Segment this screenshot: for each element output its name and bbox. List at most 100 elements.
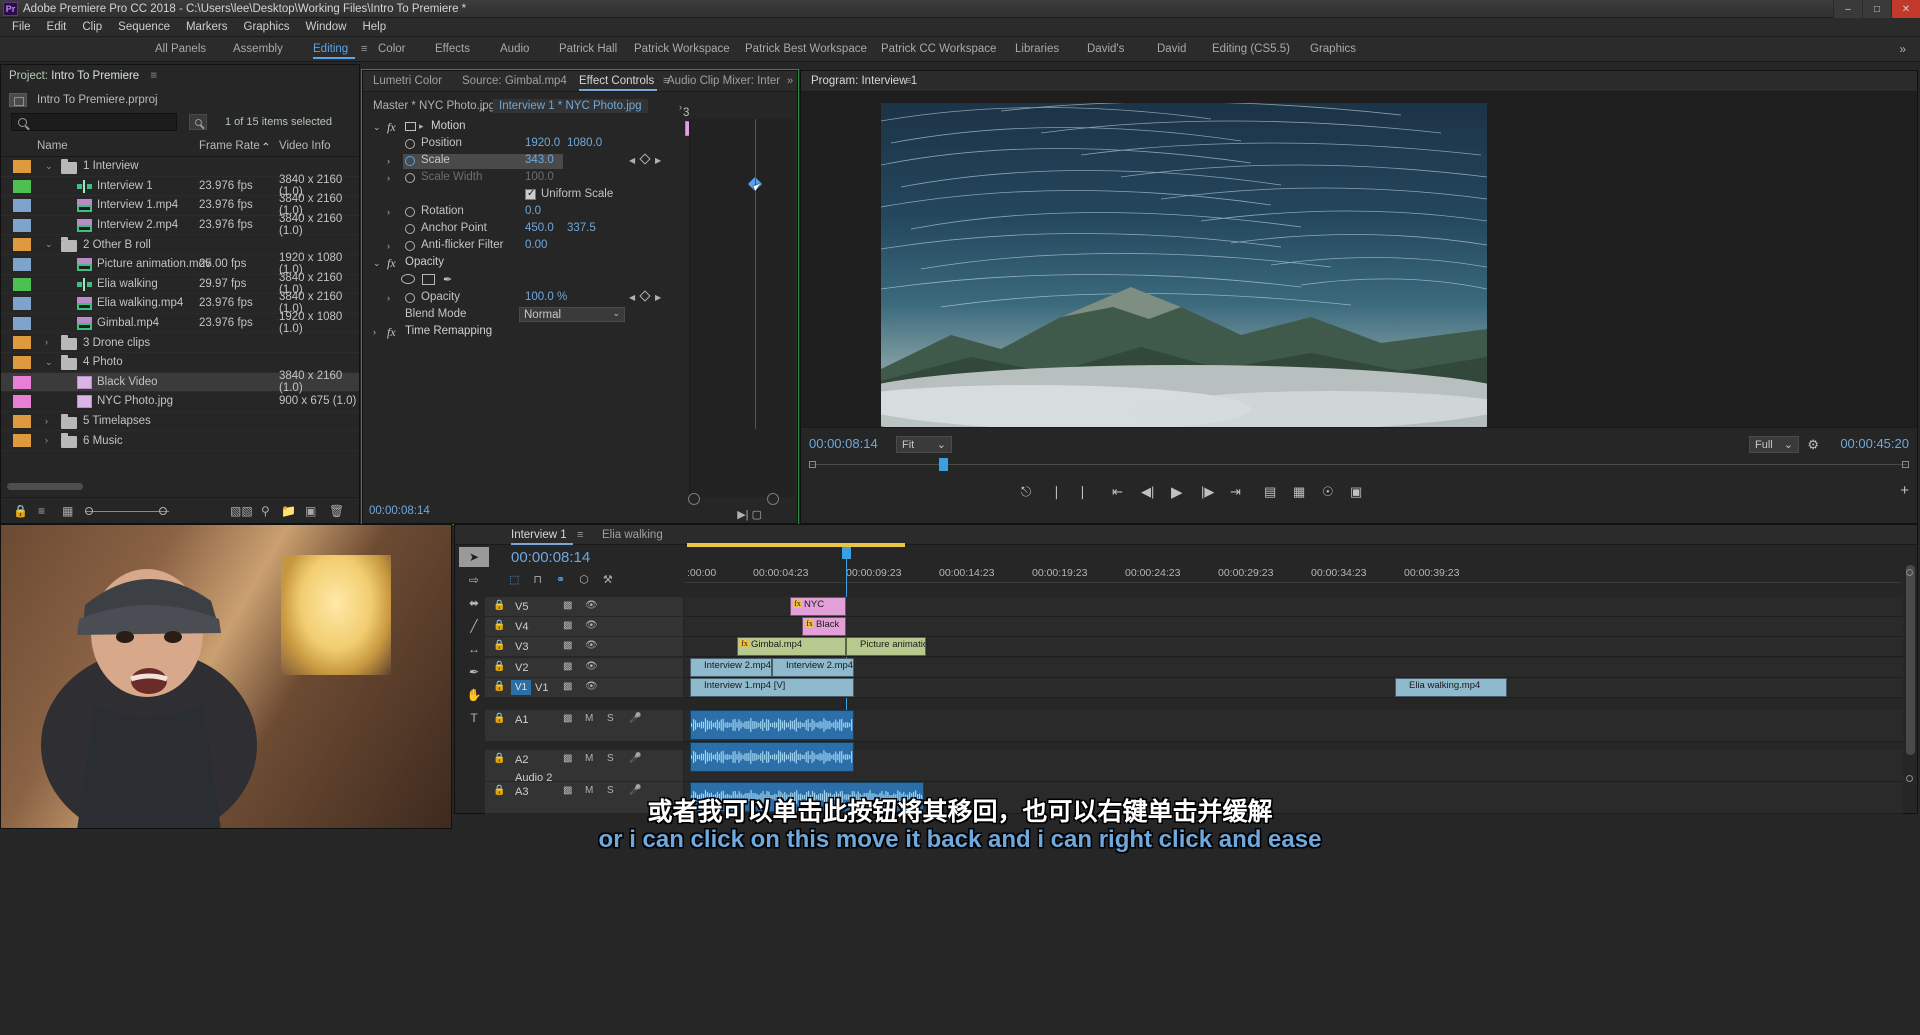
voice-record-icon[interactable]: 🎤 (629, 713, 641, 724)
sync-lock-icon[interactable]: ▩ (563, 661, 572, 672)
menu-item-markers[interactable]: Markers (178, 19, 236, 35)
icon-view-icon[interactable]: ▦ (62, 504, 73, 518)
mark-out-handle[interactable] (1902, 461, 1909, 468)
timeline-clip[interactable]: Picture animation.mov (846, 637, 926, 656)
workspace-graphics[interactable]: Graphics (1310, 43, 1356, 55)
project-horizontal-scrollbar[interactable] (7, 483, 83, 490)
solo-track-button[interactable]: S (607, 713, 614, 724)
project-item-list[interactable]: ⌄ 1 Interview Interview 1 23.976 fps 3840 x … (1, 157, 359, 527)
disclosure-triangle[interactable]: › (45, 337, 48, 347)
fx-footer-icons[interactable]: ▶| ▢ (737, 508, 762, 521)
close-button[interactable]: ✕ (1891, 0, 1920, 18)
stopwatch-icon[interactable] (405, 207, 415, 217)
rectangle-mask-icon[interactable] (422, 274, 435, 285)
track-lane-v4[interactable] (685, 617, 1903, 637)
fx-property-value[interactable]: 0.0 (525, 205, 541, 217)
timeline-tab-elia-walking[interactable]: Elia walking (602, 529, 663, 541)
track-header-v1[interactable]: 🔒 V1 V1 ▩ 👁 (485, 678, 683, 698)
sync-lock-icon[interactable]: ▩ (563, 713, 572, 724)
goto-in-icon[interactable]: ⇤ (1112, 484, 1123, 500)
track-lane-v2[interactable] (685, 658, 1903, 678)
next-keyframe-icon[interactable]: ▶ (655, 293, 661, 302)
menu-item-help[interactable]: Help (354, 19, 394, 35)
add-marker-icon[interactable]: ⬡ (579, 573, 589, 586)
stopwatch-icon[interactable] (405, 156, 415, 166)
menu-item-window[interactable]: Window (298, 19, 355, 35)
chevron-down-icon[interactable]: ⌄ (479, 102, 487, 113)
mark-in-icon[interactable]: ❘ (1051, 484, 1062, 500)
disclosure-triangle[interactable]: › (373, 327, 376, 337)
track-header-v4[interactable]: 🔒 V4 ▩ 👁 (485, 617, 683, 637)
project-panel-menu-icon[interactable]: ≡ (150, 70, 157, 82)
workspace-assembly[interactable]: Assembly (233, 43, 283, 55)
disclosure-triangle[interactable]: › (387, 173, 390, 183)
program-scrub-bar[interactable] (811, 464, 1907, 465)
minimize-button[interactable]: – (1833, 0, 1862, 18)
lift-button-icon[interactable]: ▤ (1264, 484, 1276, 500)
step-back-icon[interactable]: ◀| (1141, 484, 1154, 500)
zoom-in-icon[interactable] (767, 493, 779, 505)
button-editor-icon[interactable]: + (1900, 482, 1909, 499)
zoom-slider-track[interactable] (85, 511, 169, 512)
track-lane-v1[interactable] (685, 678, 1903, 698)
list-view-icon[interactable]: ≡ (38, 504, 45, 518)
workspace-david-s[interactable]: David's (1087, 43, 1124, 55)
sync-lock-icon[interactable]: ▩ (563, 681, 572, 692)
lock-icon[interactable]: 🔒 (493, 620, 505, 631)
disclosure-triangle[interactable]: › (387, 241, 390, 251)
menu-item-graphics[interactable]: Graphics (236, 19, 298, 35)
disclosure-triangle[interactable]: ⌄ (373, 122, 381, 133)
timeline-clip[interactable]: Interview 2.mp4 (690, 658, 772, 677)
menu-item-edit[interactable]: Edit (39, 19, 75, 35)
workspace-all-panels[interactable]: All Panels (155, 43, 206, 55)
workspace-color[interactable]: Color (378, 43, 405, 55)
program-current-timecode[interactable]: 00:00:08:14 (809, 436, 878, 451)
column-header-name[interactable]: Name (37, 140, 68, 152)
timeline-tab-interview-1[interactable]: Interview 1 (511, 529, 567, 541)
workspace-patrick-workspace[interactable]: Patrick Workspace (634, 43, 730, 55)
menu-item-file[interactable]: File (4, 19, 39, 35)
zoom-out-icon[interactable] (688, 493, 700, 505)
toggle-track-output-icon[interactable]: 👁 (585, 620, 598, 631)
workspace-editing-cs5-5-[interactable]: Editing (CS5.5) (1212, 43, 1290, 55)
project-item-row[interactable]: Gimbal.mp4 23.976 fps 1920 x 1080 (1.0) (1, 311, 359, 335)
linked-selection-icon[interactable]: ⚭ (556, 573, 565, 586)
menu-item-sequence[interactable]: Sequence (110, 19, 178, 35)
lock-icon[interactable]: 🔒 (493, 661, 505, 672)
stopwatch-icon[interactable] (405, 139, 415, 149)
workspace-editing[interactable]: Editing (313, 43, 348, 55)
find-button[interactable] (189, 114, 207, 130)
effect-controls-timecode[interactable]: 00:00:08:14 (369, 505, 430, 517)
stopwatch-icon[interactable] (405, 224, 415, 234)
mute-track-button[interactable]: M (585, 713, 593, 724)
play-icon[interactable]: ▶ (1171, 483, 1183, 501)
toggle-track-output-icon[interactable]: 👁 (585, 600, 598, 611)
workspace-patrick-hall[interactable]: Patrick Hall (559, 43, 617, 55)
lock-icon[interactable]: 🔒 (493, 600, 505, 611)
timeline-header-icons[interactable]: ⬚ ⊓ ⚭ ⬡ ⚒ (509, 573, 613, 586)
stopwatch-icon[interactable] (405, 173, 415, 183)
lift-icon[interactable]: ⎋ (1021, 484, 1031, 500)
lock-icon[interactable]: 🔒 (493, 640, 505, 651)
disclosure-triangle[interactable]: › (45, 416, 48, 426)
timeline-audio-clip[interactable] (690, 742, 854, 772)
step-forward-icon[interactable]: |▶ (1201, 484, 1214, 500)
tab-audio-clip-mixer-inter[interactable]: Audio Clip Mixer: Inter (667, 75, 780, 87)
source-video-thumbnail[interactable] (0, 524, 452, 829)
add-keyframe-icon[interactable] (639, 290, 651, 302)
track-header-a1[interactable]: 🔒 A1 ▩ M S 🎤 (485, 710, 683, 742)
fx-property-value[interactable]: 343.0 (525, 154, 554, 166)
next-keyframe-icon[interactable]: ▶ (655, 156, 661, 165)
ellipse-mask-icon[interactable] (401, 274, 415, 284)
timeline-clip[interactable]: Interview 1.mp4 [V] (690, 678, 854, 697)
disclosure-triangle[interactable]: ⌄ (45, 239, 53, 250)
disclosure-triangle[interactable]: ⌄ (45, 357, 53, 368)
sort-icon[interactable]: ▧▧ (230, 504, 253, 518)
timeline-ruler[interactable]: :00:00 00:00:04:23 00:00:09:23 00:00:14:23 0… (685, 561, 1901, 583)
disclosure-triangle[interactable]: ⌄ (45, 161, 53, 172)
blend-mode-select[interactable]: Normal ⌄ (519, 307, 625, 322)
nest-sequence-icon[interactable]: ⬚ (509, 573, 519, 586)
comparison-view-icon[interactable]: ▣ (1350, 484, 1362, 500)
sync-lock-icon[interactable]: ▩ (563, 620, 572, 631)
goto-out-icon[interactable]: ⇥ (1230, 484, 1241, 500)
